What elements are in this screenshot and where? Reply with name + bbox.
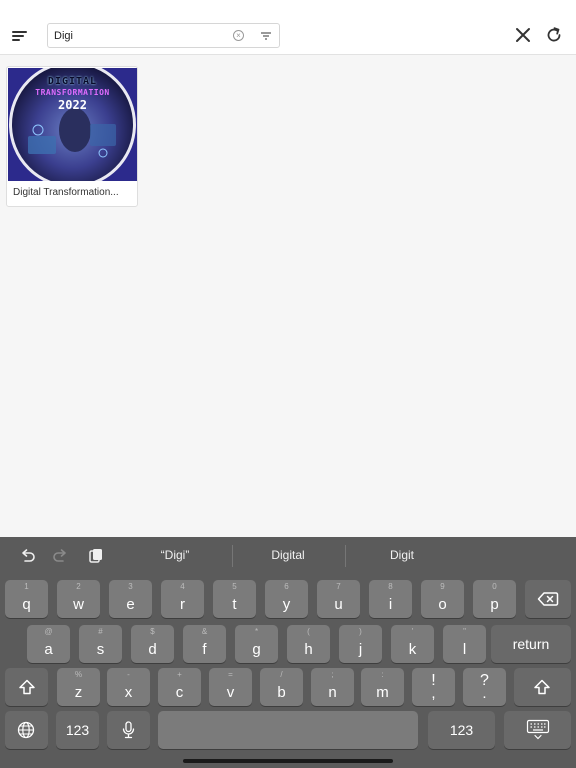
suggestion-item[interactable]: Digital (233, 548, 343, 562)
redo-icon[interactable] (52, 547, 70, 565)
search-input[interactable] (54, 27, 224, 45)
sort-menu-icon[interactable] (10, 26, 30, 46)
return-key[interactable]: return (491, 625, 571, 663)
key-g[interactable]: * g (235, 625, 278, 663)
suggestion-divider (345, 545, 346, 567)
key-w[interactable]: 2w (57, 580, 100, 618)
shift-icon (19, 679, 35, 695)
paste-icon[interactable] (87, 547, 105, 565)
suggestion-item[interactable]: “Digi” (120, 548, 230, 562)
delete-icon (537, 592, 559, 606)
shift-key-right[interactable] (514, 668, 571, 706)
key-i[interactable]: 8i (369, 580, 412, 618)
close-icon[interactable] (513, 25, 533, 45)
key-k[interactable]: ' k (391, 625, 434, 663)
filter-icon[interactable] (261, 31, 271, 41)
thumbnail-title-line2: TRANSFORMATION (35, 88, 110, 97)
clear-search-icon[interactable]: × (233, 30, 244, 41)
key-n[interactable]: ; n (311, 668, 354, 706)
undo-icon[interactable] (18, 547, 36, 565)
key-r[interactable]: 4r (161, 580, 204, 618)
status-bar (0, 0, 576, 16)
key-x[interactable]: -x (107, 668, 150, 706)
key-q[interactable]: 1q (5, 580, 48, 618)
shift-key-left[interactable] (5, 668, 48, 706)
numbers-key-right[interactable]: 123 (428, 711, 495, 749)
dismiss-keyboard-key[interactable] (504, 711, 571, 749)
key-t[interactable]: 5t (213, 580, 256, 618)
keyboard-dismiss-icon (526, 719, 550, 740)
space-key[interactable] (158, 711, 418, 749)
home-indicator (183, 759, 393, 763)
result-thumbnail: DIGITAL TRANSFORMATION 2022 (8, 67, 137, 188)
suggestion-bar: “Digi” Digital Digit (0, 537, 576, 575)
top-toolbar: × (0, 16, 576, 55)
key-z[interactable]: % z (57, 668, 100, 706)
result-card[interactable]: DIGITAL TRANSFORMATION 2022 Digital Tran… (6, 66, 138, 207)
key-d[interactable]: $ d (131, 625, 174, 663)
key-e[interactable]: 3e (109, 580, 152, 618)
thumbnail-title-line3: 2022 (58, 98, 87, 112)
key-period[interactable]: ?. (463, 668, 506, 706)
onscreen-keyboard: “Digi” Digital Digit 1q 2w 3e 4r 5t 6y 7… (0, 537, 576, 768)
key-c[interactable]: + c (158, 668, 201, 706)
numbers-key-left[interactable]: 123 (56, 711, 99, 749)
key-b[interactable]: / b (260, 668, 303, 706)
key-h[interactable]: (h (287, 625, 330, 663)
key-u[interactable]: 7u (317, 580, 360, 618)
search-field[interactable]: × (47, 23, 280, 48)
key-y[interactable]: 6y (265, 580, 308, 618)
key-m[interactable]: :m (361, 668, 404, 706)
globe-icon (17, 721, 35, 739)
key-o[interactable]: 9o (421, 580, 464, 618)
globe-key[interactable] (5, 711, 48, 749)
delete-key[interactable] (525, 580, 571, 618)
key-f[interactable]: & f (183, 625, 226, 663)
refresh-icon[interactable] (544, 25, 564, 45)
key-v[interactable]: = v (209, 668, 252, 706)
key-s[interactable]: # s (79, 625, 122, 663)
thumbnail-title-line1: DIGITAL (47, 76, 98, 87)
suggestion-item[interactable]: Digit (347, 548, 457, 562)
microphone-icon (122, 721, 135, 739)
key-a[interactable]: @ a (27, 625, 70, 663)
key-l[interactable]: " l (443, 625, 486, 663)
key-comma[interactable]: !, (412, 668, 455, 706)
shift-icon (534, 679, 550, 695)
dictation-key[interactable] (107, 711, 150, 749)
key-j[interactable]: ) j (339, 625, 382, 663)
result-title: Digital Transformation... (13, 187, 119, 198)
key-p[interactable]: 0p (473, 580, 516, 618)
